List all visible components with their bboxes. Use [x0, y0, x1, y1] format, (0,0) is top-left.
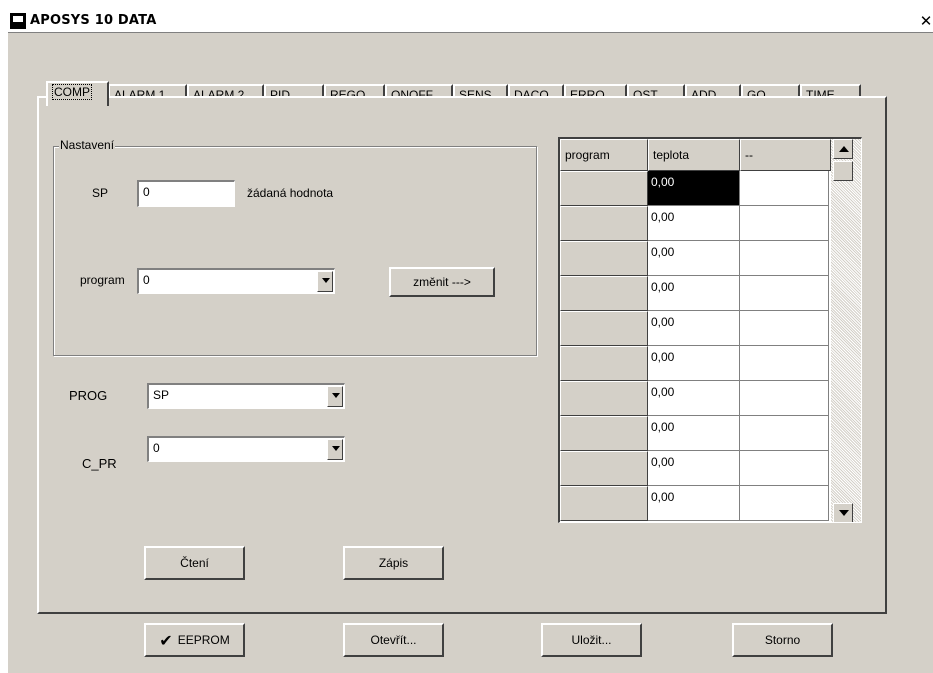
- c-pr-label: C_PR: [82, 456, 117, 471]
- tab-comp[interactable]: COMP: [46, 81, 109, 106]
- program-combobox-value: 0: [143, 273, 150, 287]
- grid-cell-teplota[interactable]: 0,00: [648, 311, 740, 346]
- checkmark-icon: ✔: [159, 630, 173, 650]
- grid-header-extra[interactable]: --: [740, 139, 831, 171]
- change-button[interactable]: změnit --->: [389, 267, 495, 297]
- grid-row-header[interactable]: [560, 171, 648, 206]
- grid-cell-teplota[interactable]: 0,00: [648, 241, 740, 276]
- eeprom-button[interactable]: ✔ EEPROM: [144, 623, 245, 657]
- grid-cell-teplota[interactable]: 0,00: [648, 276, 740, 311]
- read-button[interactable]: Čtení: [144, 546, 245, 580]
- grid-cell-extra[interactable]: [740, 346, 829, 381]
- grid-header-teplota[interactable]: teplota: [648, 139, 740, 171]
- grid-cell-extra[interactable]: [740, 416, 829, 451]
- grid-row-header[interactable]: [560, 486, 648, 521]
- data-grid[interactable]: program teplota -- 0,00 0,00 0,00 0,00 0,00 0…: [558, 137, 862, 523]
- chevron-down-icon[interactable]: [327, 386, 343, 407]
- program-combobox[interactable]: 0: [137, 268, 335, 294]
- grid-cell-extra[interactable]: [740, 451, 829, 486]
- c-pr-combobox[interactable]: 0: [147, 436, 345, 462]
- nastaveni-group-label: Nastavení: [59, 138, 116, 152]
- grid-row-header[interactable]: [560, 311, 648, 346]
- grid-cell-extra[interactable]: [740, 171, 829, 206]
- program-label: program: [80, 273, 125, 287]
- grid-header-program[interactable]: program: [560, 139, 648, 171]
- prog-label: PROG: [69, 388, 108, 403]
- save-button[interactable]: Uložit...: [541, 623, 642, 657]
- write-button[interactable]: Zápis: [343, 546, 444, 580]
- title-bar: APOSYS 10 DATA ✕: [8, 10, 933, 33]
- grid-row-header[interactable]: [560, 381, 648, 416]
- sp-input[interactable]: 0: [137, 180, 235, 207]
- grid-row-header[interactable]: [560, 241, 648, 276]
- grid-cell-teplota[interactable]: 0,00: [648, 451, 740, 486]
- scroll-thumb[interactable]: [833, 161, 853, 181]
- cancel-button[interactable]: Storno: [732, 623, 833, 657]
- grid-cell-extra[interactable]: [740, 311, 829, 346]
- grid-cell-extra[interactable]: [740, 206, 829, 241]
- grid-cell-extra[interactable]: [740, 381, 829, 416]
- chevron-down-icon[interactable]: [327, 439, 343, 460]
- grid-cell-teplota[interactable]: 0,00: [648, 346, 740, 381]
- window-title: APOSYS 10 DATA: [30, 13, 157, 28]
- chevron-down-icon[interactable]: [317, 271, 333, 292]
- sp-label: SP: [92, 186, 109, 200]
- scroll-up-icon[interactable]: [833, 139, 853, 159]
- scroll-down-icon[interactable]: [833, 503, 853, 522]
- close-icon[interactable]: ✕: [919, 14, 933, 29]
- prog-combobox[interactable]: SP: [147, 383, 345, 409]
- grid-cell-teplota[interactable]: 0,00: [648, 381, 740, 416]
- grid-cell-teplota[interactable]: 0,00: [648, 206, 740, 241]
- app-icon[interactable]: [10, 13, 26, 29]
- grid-cell-extra[interactable]: [740, 486, 829, 521]
- grid-cell-extra[interactable]: [740, 276, 829, 311]
- prog-combobox-value: SP: [153, 388, 170, 402]
- nastaveni-groupbox: [53, 146, 537, 356]
- grid-scrollbar[interactable]: [831, 139, 861, 522]
- grid-row-header[interactable]: [560, 346, 648, 381]
- sp-hint-label: žádaná hodnota: [247, 186, 334, 200]
- grid-row-header[interactable]: [560, 451, 648, 486]
- grid-row-header[interactable]: [560, 276, 648, 311]
- eeprom-button-label: EEPROM: [177, 633, 230, 647]
- tab-label: COMP: [52, 84, 92, 100]
- grid-cell-extra[interactable]: [740, 241, 829, 276]
- grid-cell-teplota[interactable]: 0,00: [648, 416, 740, 451]
- grid-cell-teplota[interactable]: 0,00: [648, 486, 740, 521]
- grid-row-header[interactable]: [560, 206, 648, 241]
- grid-cell-teplota[interactable]: 0,00: [648, 171, 740, 206]
- open-button[interactable]: Otevřít...: [343, 623, 444, 657]
- grid-row-header[interactable]: [560, 416, 648, 451]
- c-pr-combobox-value: 0: [153, 441, 160, 455]
